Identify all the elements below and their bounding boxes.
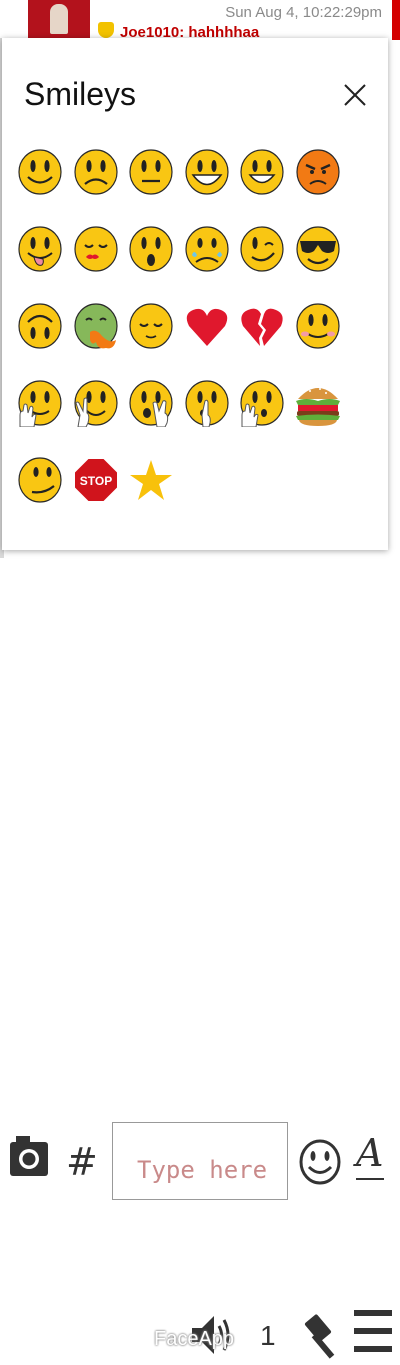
hashtag-button[interactable]: # [66, 1140, 98, 1184]
angry-icon[interactable] [294, 148, 342, 196]
shield-icon [98, 22, 114, 38]
menu-icon-bar [354, 1346, 392, 1352]
sleepy-icon[interactable] [127, 302, 175, 350]
heart-icon[interactable] [183, 302, 231, 350]
broken-heart-icon[interactable] [238, 302, 286, 350]
stop-sign-icon[interactable]: STOP [72, 456, 120, 504]
sick-icon[interactable] [72, 302, 120, 350]
gavel-icon [304, 1314, 335, 1359]
message-input[interactable] [112, 1122, 288, 1200]
camera-button[interactable] [8, 1134, 50, 1178]
grin-icon[interactable] [238, 148, 286, 196]
kiss-icon[interactable] [72, 225, 120, 273]
wink-icon[interactable] [238, 225, 286, 273]
tongue-out-icon[interactable] [16, 225, 64, 273]
font-style-label: A [356, 1131, 384, 1175]
smiley-button[interactable] [298, 1138, 342, 1186]
user-count: 1 [260, 1320, 276, 1351]
font-style-button[interactable]: A [356, 1132, 386, 1186]
menu-button[interactable] [354, 1310, 392, 1360]
shocked-hand-icon[interactable] [127, 379, 175, 427]
smile-icon[interactable] [16, 148, 64, 196]
camera-icon [10, 1136, 48, 1176]
svg-text:STOP: STOP [79, 474, 111, 488]
cool-sunglasses-icon[interactable] [294, 225, 342, 273]
upside-down-icon[interactable] [16, 302, 64, 350]
menu-icon-bar [354, 1328, 392, 1334]
moderation-button[interactable] [302, 1310, 342, 1360]
message-timestamp: Sun Aug 4, 10:22:29pm [225, 4, 382, 21]
smiley-icon [299, 1139, 341, 1185]
peace-sign-icon[interactable] [72, 379, 120, 427]
neutral-icon[interactable] [127, 148, 175, 196]
surprised-icon[interactable] [127, 225, 175, 273]
scroll-indicator [392, 0, 400, 40]
frown-icon[interactable] [72, 148, 120, 196]
crying-icon[interactable] [183, 225, 231, 273]
avatar[interactable] [28, 0, 90, 40]
blush-icon[interactable] [294, 302, 342, 350]
input-bar: # A [0, 560, 400, 1200]
star-icon[interactable] [127, 456, 175, 504]
close-icon [344, 84, 366, 106]
menu-icon-bar [354, 1310, 392, 1316]
hand-wave-icon[interactable] [238, 379, 286, 427]
big-grin-icon[interactable] [183, 148, 231, 196]
chat-background: Sun Aug 4, 10:22:29pm Joe1010: hahhhhaa [0, 0, 400, 41]
close-button[interactable] [340, 80, 370, 110]
wave-icon[interactable] [16, 379, 64, 427]
watermark: FaceApp [154, 1328, 235, 1350]
smileys-panel: Smileys STOP [2, 38, 388, 550]
burger-icon[interactable] [294, 379, 342, 427]
panel-title: Smileys [24, 76, 137, 112]
smirk-icon[interactable] [16, 456, 64, 504]
shush-icon[interactable] [183, 379, 231, 427]
footer-bar: 1 FaceApp [0, 650, 400, 1359]
